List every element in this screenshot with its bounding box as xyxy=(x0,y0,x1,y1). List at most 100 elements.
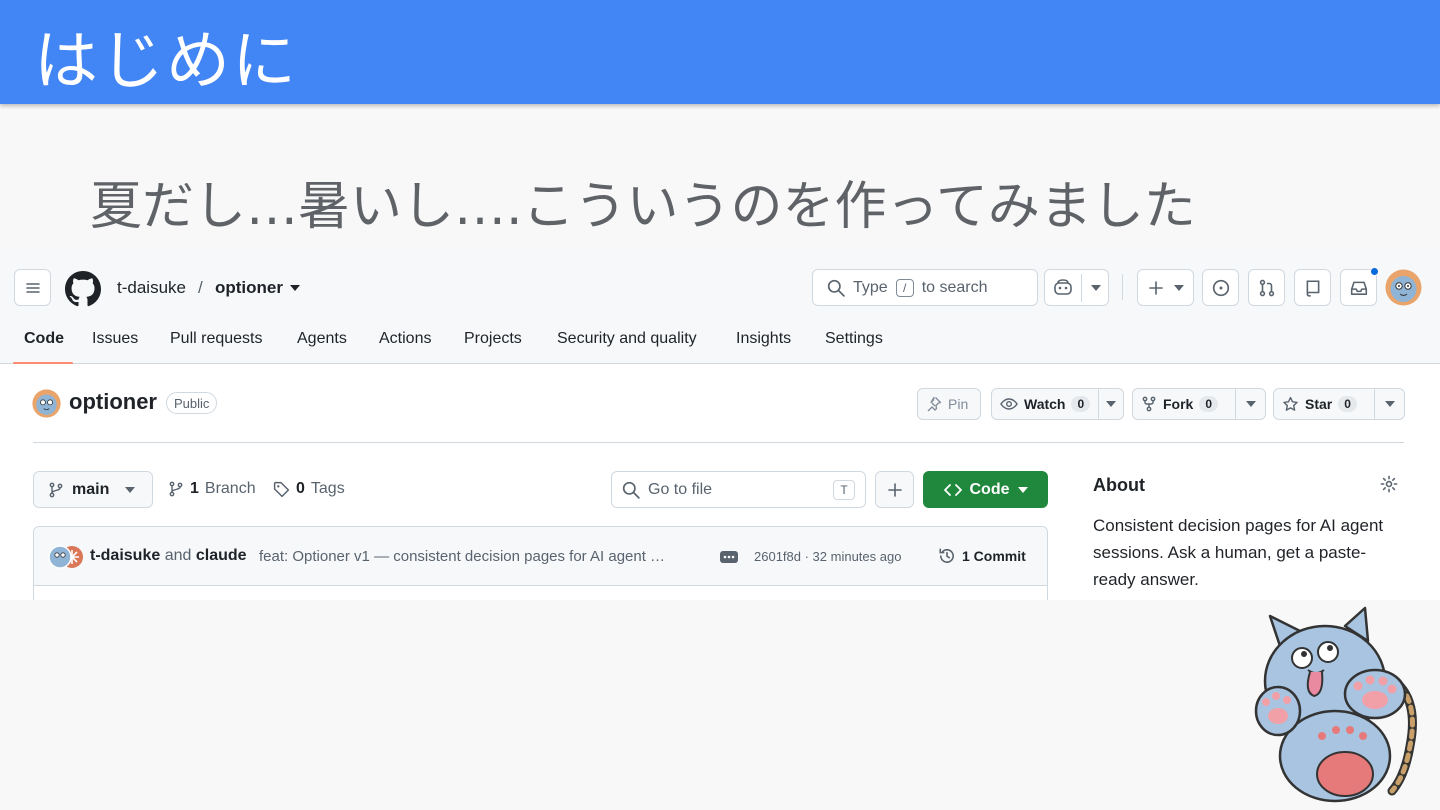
tab-issues[interactable]: Issues xyxy=(92,330,138,348)
pin-button[interactable]: Pin xyxy=(917,388,981,420)
issue-opened-icon xyxy=(1212,279,1229,296)
commit-authors: t-daisuke and claude xyxy=(90,547,247,565)
active-tab-indicator xyxy=(13,362,73,364)
menu-button[interactable] xyxy=(14,269,51,306)
plus-icon xyxy=(887,482,902,497)
issues-button[interactable] xyxy=(1202,269,1239,306)
tab-code[interactable]: Code xyxy=(24,330,64,348)
branch-selector[interactable]: main xyxy=(33,471,153,508)
commit-hash-time[interactable]: 2601f8d · 32 minutes ago xyxy=(754,549,901,564)
create-new-button[interactable] xyxy=(1137,269,1194,306)
about-description: Consistent decision pages for AI agent s… xyxy=(1093,516,1384,589)
github-header: t-daisuke / optioner Type / to search Co… xyxy=(0,252,1440,364)
repo-tabs: Code Issues Pull requests Agents Actions… xyxy=(0,324,1440,364)
fork-icon xyxy=(1142,396,1156,412)
go-to-file-placeholder: Go to file xyxy=(648,480,713,498)
watch-label: Watch xyxy=(1024,396,1066,412)
inbox-icon xyxy=(1350,281,1367,295)
tab-insights[interactable]: Insights xyxy=(736,330,791,348)
star-button[interactable]: Star 0 xyxy=(1273,388,1405,420)
chevron-down-icon[interactable] xyxy=(290,285,300,291)
branch-count-label: Branch xyxy=(204,480,256,497)
chevron-down-icon xyxy=(1245,401,1256,407)
branches-link[interactable]: 1 Branch xyxy=(168,480,256,498)
chevron-down-icon xyxy=(1384,401,1395,407)
commit-message[interactable]: feat: Optioner v1 — consistent decision … xyxy=(259,548,665,565)
tag-icon xyxy=(273,481,290,497)
slide-subtitle: 夏だし…暑いし….こういうのを作ってみました xyxy=(90,177,1196,237)
tab-security[interactable]: Security and quality xyxy=(557,330,697,348)
eye-icon xyxy=(1000,398,1018,410)
chevron-down-icon xyxy=(1174,285,1184,291)
add-file-button[interactable] xyxy=(875,471,914,508)
tab-settings[interactable]: Settings xyxy=(825,330,883,348)
latest-commit-bar: t-daisuke and claude feat: Optioner v1 —… xyxy=(34,527,1047,586)
branch-count: 1 xyxy=(190,480,199,497)
notification-dot xyxy=(1370,267,1379,276)
repo-owner-avatar xyxy=(32,389,61,418)
github-screenshot: t-daisuke / optioner Type / to search Co… xyxy=(0,252,1440,600)
code-icon xyxy=(943,483,962,496)
pull-request-icon xyxy=(1259,279,1274,296)
search-prefix: Type xyxy=(853,278,888,296)
star-count: 0 xyxy=(1338,396,1357,412)
code-dropdown-button[interactable]: Code xyxy=(923,471,1048,508)
tag-count-label: Tags xyxy=(310,480,345,497)
breadcrumb-repo[interactable]: optioner xyxy=(215,278,283,298)
commit-author-2[interactable]: claude xyxy=(196,547,247,564)
copilot-icon xyxy=(1054,278,1072,295)
tab-pull-requests[interactable]: Pull requests xyxy=(170,330,263,348)
code-button-label: Code xyxy=(969,480,1010,498)
star-icon xyxy=(1283,396,1298,411)
inbox-button[interactable] xyxy=(1340,267,1379,306)
breadcrumb-separator: / xyxy=(198,278,203,297)
watch-count: 0 xyxy=(1071,396,1091,412)
tab-projects[interactable]: Projects xyxy=(464,330,522,348)
about-title: About xyxy=(1093,475,1145,495)
user-avatar[interactable] xyxy=(1385,269,1422,306)
go-to-file-shortcut: T xyxy=(833,480,855,500)
search-suffix: to search xyxy=(921,278,988,296)
tab-actions[interactable]: Actions xyxy=(379,330,431,348)
branch-name: main xyxy=(72,480,110,498)
tags-link[interactable]: 0 Tags xyxy=(273,480,345,498)
fork-button[interactable]: Fork 0 xyxy=(1132,388,1266,420)
watch-button[interactable]: Watch 0 xyxy=(991,388,1124,420)
slide-header: はじめに xyxy=(0,0,1440,104)
pin-icon xyxy=(927,396,942,412)
chevron-down-icon xyxy=(1091,285,1101,291)
branch-icon xyxy=(49,482,63,497)
fork-label: Fork xyxy=(1163,396,1194,412)
ellipsis-icon[interactable] xyxy=(720,551,738,563)
global-search[interactable]: Type / to search xyxy=(812,269,1038,306)
chevron-down-icon xyxy=(125,486,136,493)
hamburger-icon xyxy=(25,282,40,293)
search-shortcut-key: / xyxy=(895,278,914,297)
star-label: Star xyxy=(1305,396,1333,412)
repo-title[interactable]: optioner xyxy=(69,389,157,415)
fork-count: 0 xyxy=(1199,396,1219,412)
copilot-button[interactable] xyxy=(1044,269,1109,306)
gear-icon[interactable] xyxy=(1380,475,1398,493)
chevron-down-icon xyxy=(1017,486,1028,493)
pin-label: Pin xyxy=(948,396,969,412)
history-icon xyxy=(939,548,954,563)
go-to-file-input[interactable]: Go to file T xyxy=(611,471,866,508)
tag-count: 0 xyxy=(296,480,305,497)
tab-agents[interactable]: Agents xyxy=(297,330,347,348)
plus-icon xyxy=(1149,280,1163,295)
visibility-badge: Public xyxy=(166,392,218,414)
watch-dropdown[interactable] xyxy=(1098,389,1123,419)
commit-author-conjunction: and xyxy=(164,547,192,564)
header-divider xyxy=(33,442,1404,443)
github-logo-icon[interactable] xyxy=(65,271,101,307)
star-dropdown[interactable] xyxy=(1374,389,1404,419)
pull-requests-button[interactable] xyxy=(1248,269,1285,306)
commit-author-1[interactable]: t-daisuke xyxy=(90,547,160,564)
breadcrumb-owner[interactable]: t-daisuke xyxy=(117,278,186,298)
commit-author-avatars xyxy=(48,545,83,569)
repositories-button[interactable] xyxy=(1294,269,1331,306)
commit-history-link[interactable]: 1 Commit xyxy=(938,547,1026,565)
fork-dropdown[interactable] xyxy=(1235,389,1265,419)
file-list: t-daisuke and claude feat: Optioner v1 —… xyxy=(33,526,1048,600)
